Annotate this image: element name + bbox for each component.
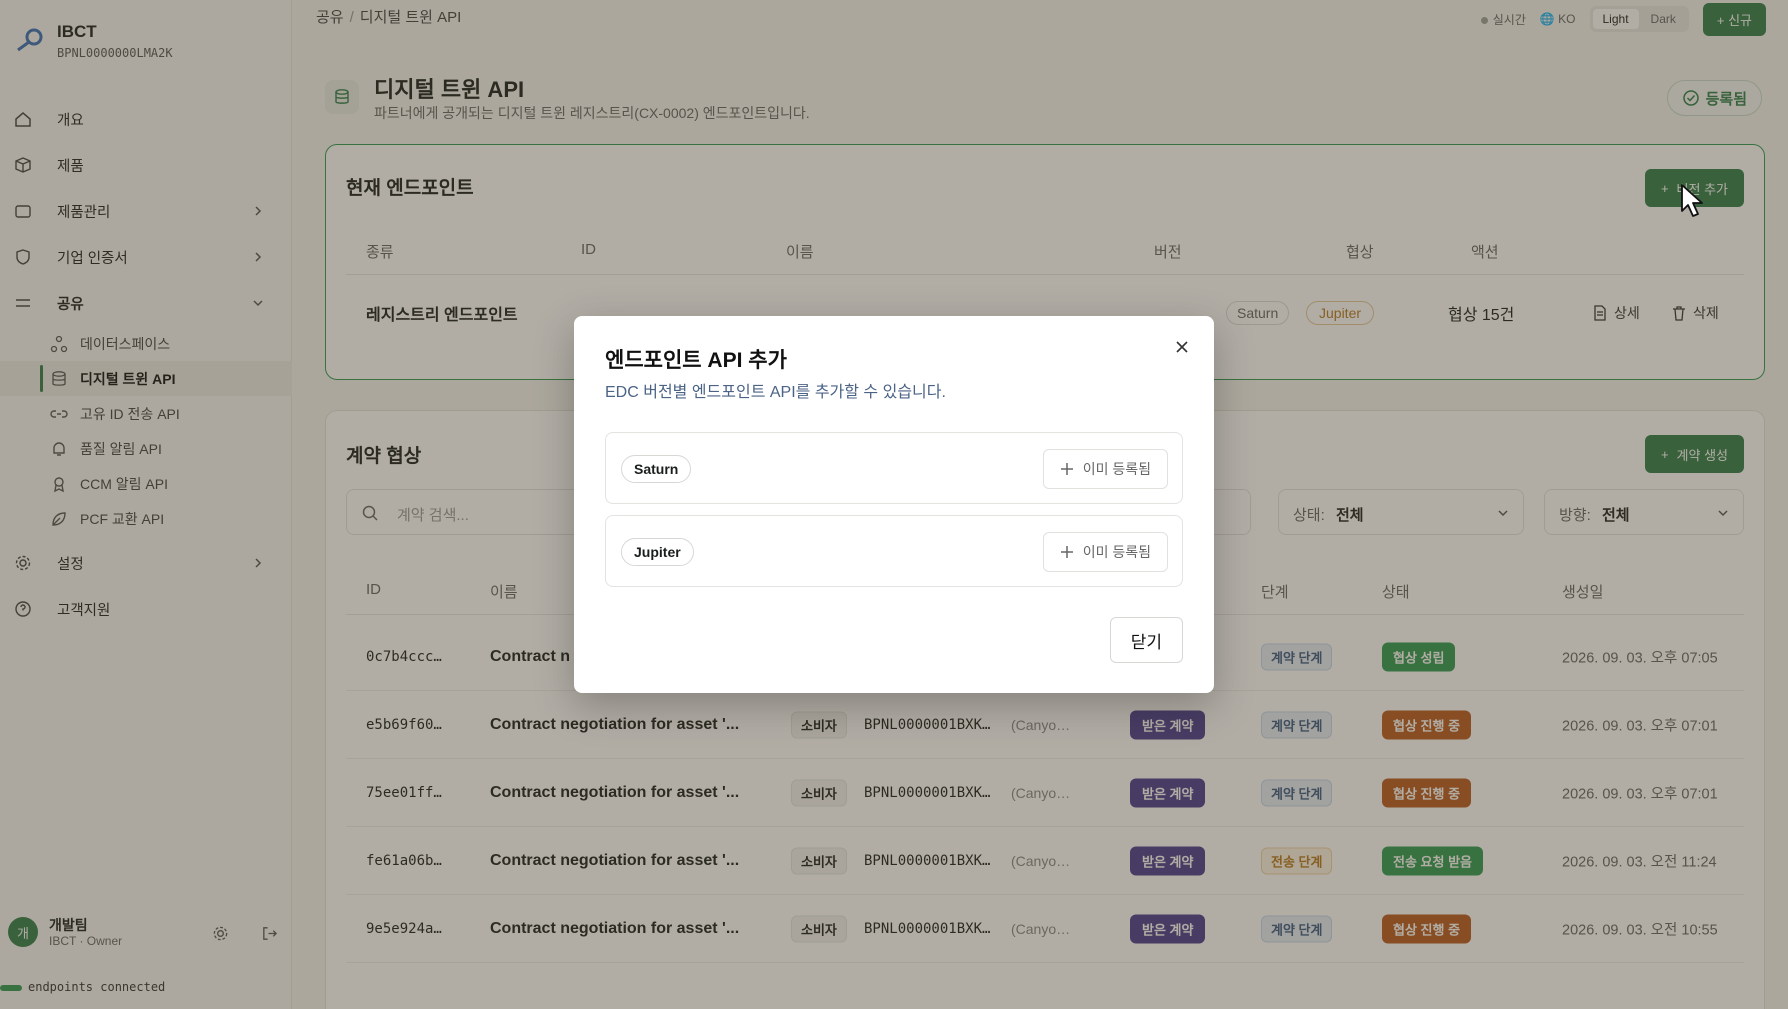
- add-saturn-button[interactable]: 이미 등록됨: [1042, 449, 1168, 489]
- add-endpoint-modal: 엔드포인트 API 추가 EDC 버전별 엔드포인트 API를 추가할 수 있습…: [574, 316, 1214, 693]
- version-chip: Jupiter: [621, 538, 694, 566]
- plus-icon: [1060, 463, 1073, 475]
- already-registered-label: 이미 등록됨: [1082, 544, 1151, 560]
- add-jupiter-button[interactable]: 이미 등록됨: [1042, 532, 1168, 572]
- close-button[interactable]: 닫기: [1109, 617, 1183, 663]
- modal-title: 엔드포인트 API 추가: [605, 349, 787, 372]
- close-icon[interactable]: [1172, 337, 1192, 357]
- version-row-jupiter: Jupiter 이미 등록됨: [605, 515, 1183, 587]
- plus-icon: [1060, 546, 1073, 558]
- modal-subtitle: EDC 버전별 엔드포인트 API를 추가할 수 있습니다.: [605, 384, 946, 401]
- mouse-cursor-icon: [1681, 184, 1703, 217]
- version-row-saturn: Saturn 이미 등록됨: [605, 432, 1183, 504]
- version-chip: Saturn: [621, 455, 692, 483]
- already-registered-label: 이미 등록됨: [1082, 461, 1151, 477]
